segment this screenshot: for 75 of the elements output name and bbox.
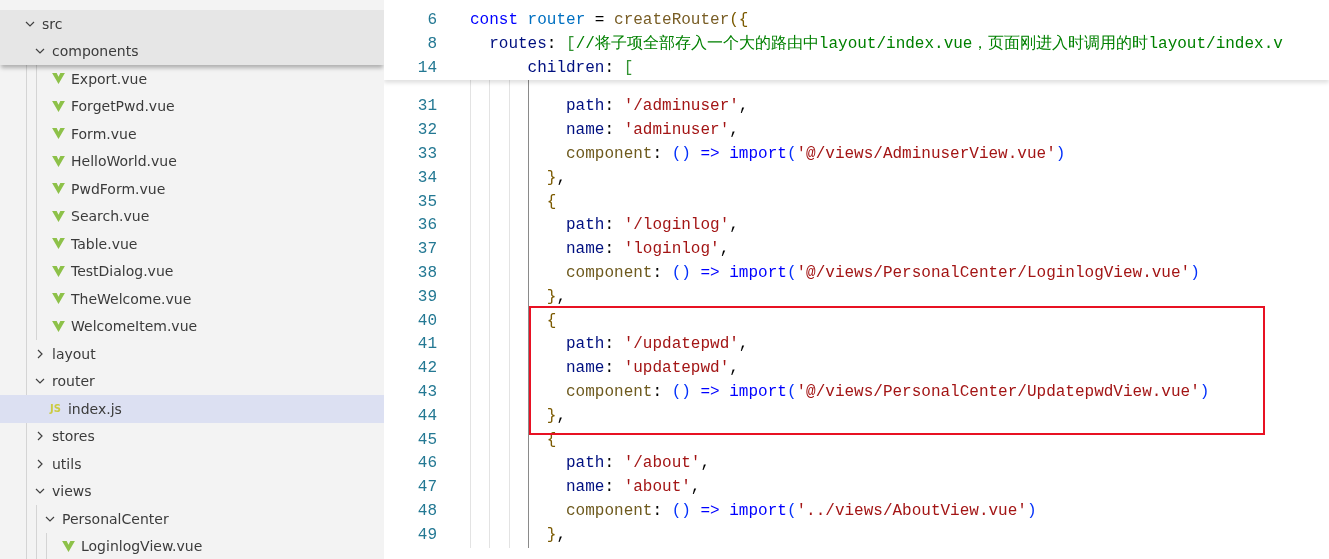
line-number: 40 xyxy=(416,310,437,332)
line-number: 48 xyxy=(416,500,437,522)
tree-item[interactable]: ForgetPwd.vue xyxy=(0,92,384,120)
line-number: 8 xyxy=(426,33,437,55)
line-number: 45 xyxy=(416,429,437,451)
code-line: routes: [//将子项全部存入一个大的路由中layout/index.vue，页面刚进入时调用的时layout/index.v xyxy=(488,33,1283,55)
code-line: children: [ xyxy=(526,57,634,79)
tree-item[interactable]: router xyxy=(0,367,384,395)
tree-item[interactable]: PwdForm.vue xyxy=(0,175,384,203)
code-line: component: () => import('@/views/AdminuserView.vue') xyxy=(565,144,1066,165)
v-shape-icon xyxy=(52,293,65,305)
tree-item[interactable]: components xyxy=(0,37,384,65)
js-file-icon: JS xyxy=(50,403,61,415)
tree-item[interactable]: Table.vue xyxy=(0,230,384,258)
code-line: }, xyxy=(545,167,567,189)
code-line: name: 'loginlog', xyxy=(565,239,730,261)
code-line: component: () => import('../views/AboutView.vue') xyxy=(565,500,1037,522)
line-number: 46 xyxy=(416,453,437,475)
v-shape-icon xyxy=(52,183,65,195)
line-number: 43 xyxy=(416,381,437,403)
tree-item[interactable]: utils xyxy=(0,450,384,478)
code-line: path: '/adminuser', xyxy=(565,96,749,118)
code-line: name: 'about', xyxy=(565,477,701,499)
line-number: 14 xyxy=(416,57,437,79)
tree-item[interactable]: Search.vue xyxy=(0,202,384,230)
tree-item[interactable]: HelloWorld.vue xyxy=(0,147,384,175)
tree-item[interactable]: Form.vue xyxy=(0,120,384,148)
line-number: 35 xyxy=(416,191,437,213)
v-shape-icon xyxy=(52,100,65,112)
code-line: }, xyxy=(545,286,567,308)
line-number: 49 xyxy=(416,524,437,546)
code-line: { xyxy=(545,191,557,213)
line-number: 38 xyxy=(416,262,437,284)
tree-item[interactable]: TestDialog.vue xyxy=(0,257,384,285)
code-line: path: '/loginlog', xyxy=(565,215,739,237)
tree-item[interactable]: TheWelcome.vue xyxy=(0,285,384,313)
line-number: 42 xyxy=(416,358,437,380)
tree-item[interactable]: WelcomeItem.vue xyxy=(0,312,384,340)
v-shape-icon xyxy=(52,320,65,332)
v-shape-icon xyxy=(52,238,65,250)
code-line: const router = createRouter({ xyxy=(470,10,749,31)
tree-item[interactable]: views xyxy=(0,477,384,505)
line-number: 44 xyxy=(416,405,437,427)
line-number: 47 xyxy=(416,477,437,499)
line-number: 39 xyxy=(416,286,437,308)
v-shape-icon xyxy=(52,265,65,277)
code-line: name: 'adminuser', xyxy=(565,120,739,142)
tree-item[interactable]: JS index.js xyxy=(0,395,384,423)
v-shape-icon xyxy=(52,210,65,222)
code-line: name: 'updatepwd', xyxy=(565,358,739,380)
line-number: 31 xyxy=(416,96,437,118)
code-line: component: () => import('@/views/PersonalCenter/LoginlogView.vue') xyxy=(565,262,1200,284)
code-line: }, xyxy=(545,405,567,427)
code-line: path: '/updatepwd', xyxy=(565,334,749,356)
line-number: 37 xyxy=(416,239,437,261)
v-shape-icon xyxy=(52,128,65,140)
line-number: 41 xyxy=(416,334,437,356)
line-number: 33 xyxy=(416,144,437,165)
v-shape-icon xyxy=(52,155,65,167)
tree-item[interactable]: LoginlogView.vue xyxy=(0,532,384,559)
line-number: 32 xyxy=(416,120,437,142)
code-line: component: () => import('@/views/PersonalCenter/UpdatepwdView.vue') xyxy=(565,381,1210,403)
tree-item[interactable]: PersonalCenter xyxy=(0,505,384,533)
v-shape-icon xyxy=(52,73,65,85)
tree-item[interactable]: Export.vue xyxy=(0,65,384,93)
line-number: 36 xyxy=(416,215,437,237)
v-shape-icon xyxy=(62,540,75,552)
code-line: { xyxy=(545,310,557,332)
code-line: }, xyxy=(545,524,567,546)
tree-item[interactable]: layout xyxy=(0,340,384,368)
line-number: 6 xyxy=(426,10,437,31)
tree-item[interactable]: src xyxy=(0,10,384,38)
line-number: 34 xyxy=(416,167,437,189)
code-line: path: '/about', xyxy=(565,453,711,475)
tree-item[interactable]: stores xyxy=(0,422,384,450)
